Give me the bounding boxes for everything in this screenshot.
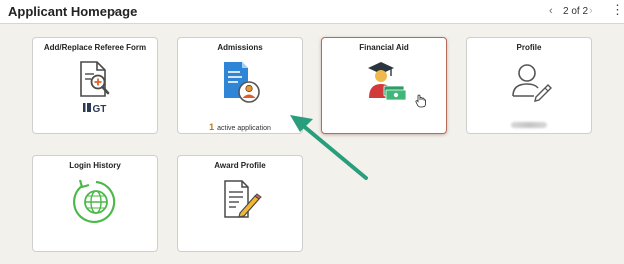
annotation-arrow (290, 115, 368, 180)
